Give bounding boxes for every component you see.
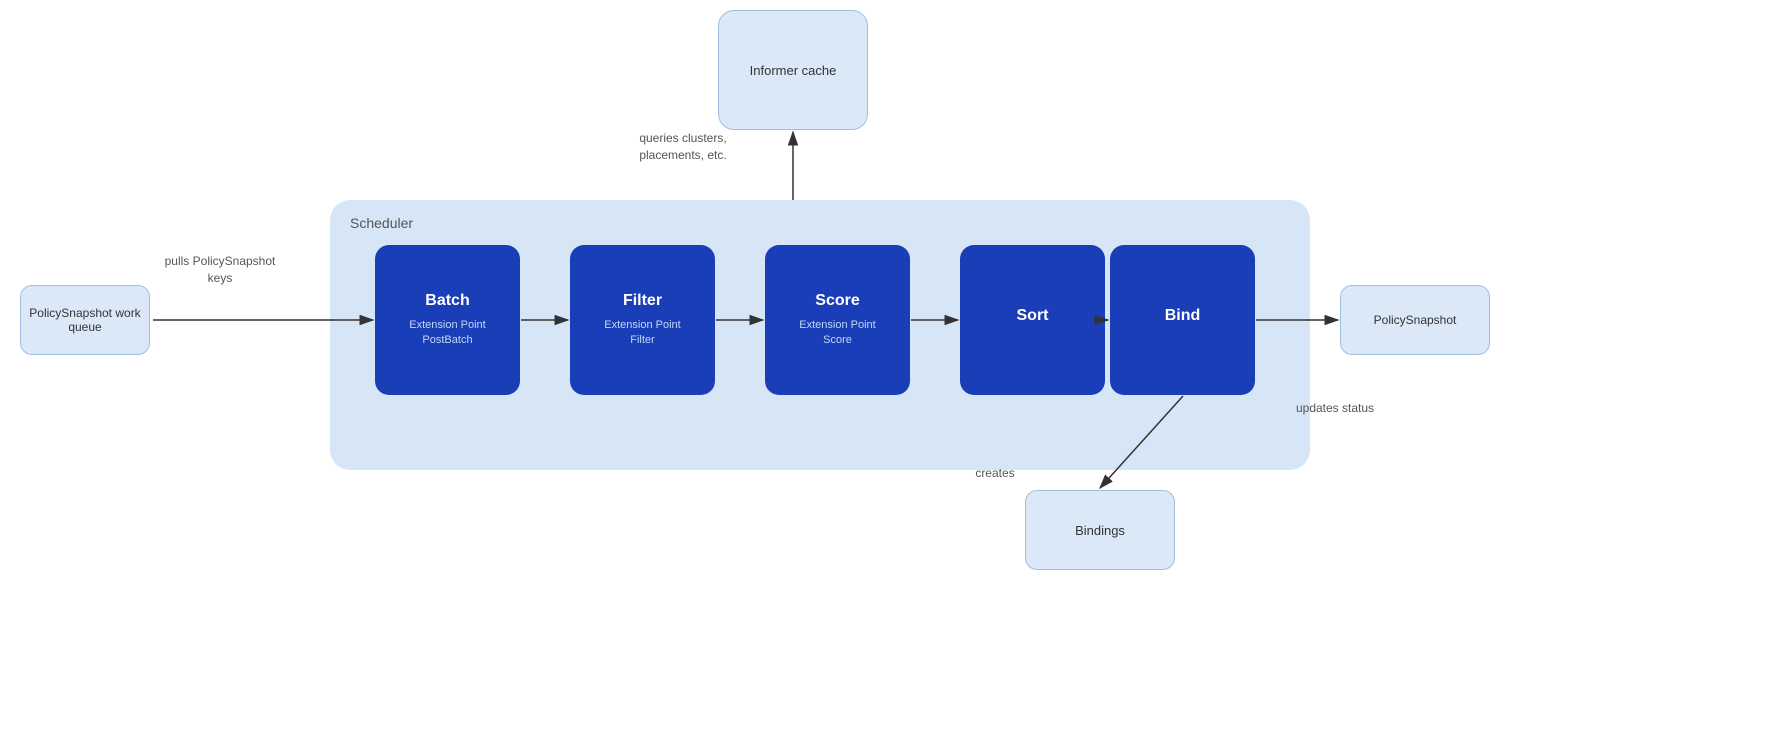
step-filter: Filter Extension PointFilter (570, 245, 715, 395)
label-queries: queries clusters, placements, etc. (638, 130, 728, 164)
bindings-box: Bindings (1025, 490, 1175, 570)
step-sort-title: Sort (1017, 307, 1049, 325)
policy-snapshot-out-label: PolicySnapshot (1374, 313, 1457, 327)
policy-snapshot-queue-label: PolicySnapshot work queue (21, 306, 149, 334)
label-pulls: pulls PolicySnapshot keys (160, 253, 280, 287)
step-bind-title: Bind (1165, 307, 1201, 325)
step-batch-title: Batch (425, 292, 469, 310)
step-score-sub: Extension PointScore (799, 318, 875, 349)
informer-cache-label: Informer cache (750, 63, 837, 78)
step-score: Score Extension PointScore (765, 245, 910, 395)
step-score-title: Score (815, 292, 859, 310)
label-creates: creates (955, 465, 1035, 482)
diagram-container: Informer cache PolicySnapshot work queue… (0, 0, 1780, 732)
step-batch-sub: Extension PointPostBatch (409, 318, 485, 349)
bindings-label: Bindings (1075, 523, 1125, 538)
step-sort: Sort (960, 245, 1105, 395)
policy-snapshot-queue-box: PolicySnapshot work queue (20, 285, 150, 355)
policy-snapshot-out-box: PolicySnapshot (1340, 285, 1490, 355)
step-batch: Batch Extension PointPostBatch (375, 245, 520, 395)
scheduler-label: Scheduler (350, 215, 413, 231)
step-filter-sub: Extension PointFilter (604, 318, 680, 349)
step-bind: Bind (1110, 245, 1255, 395)
label-updates: updates status (1290, 400, 1380, 417)
informer-cache-box: Informer cache (718, 10, 868, 130)
step-filter-title: Filter (623, 292, 662, 310)
